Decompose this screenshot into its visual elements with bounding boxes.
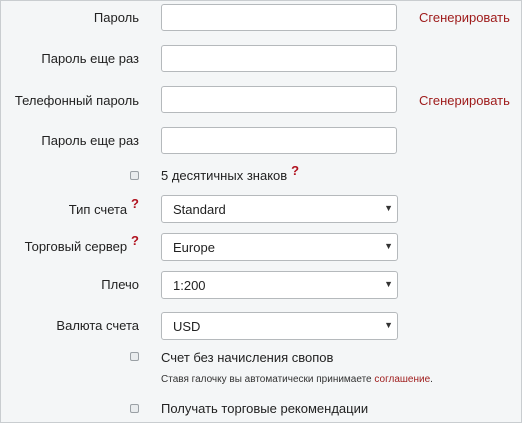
leverage-select[interactable]: 1:200 ▼ [161,271,398,299]
swap-free-note-text: Ставя галочку вы автоматически принимает… [161,374,375,385]
server-value: Europe [173,240,215,255]
agreement-link[interactable]: соглашение [374,374,430,385]
password-label: Пароль [93,10,139,25]
help-icon[interactable]: ? [131,233,139,248]
chevron-down-icon: ▼ [384,320,393,330]
swap-free-note-end: . [430,374,433,385]
account-type-select[interactable]: Standard ▼ [161,195,398,223]
recommendations-checkbox[interactable] [130,404,139,413]
leverage-value: 1:200 [173,278,206,293]
account-type-label: Тип счета [68,202,128,217]
currency-value: USD [173,319,201,334]
five-digits-option: 5 десятичных знаков? [161,163,299,183]
account-type-label-wrap: Тип счета? [68,196,139,217]
chevron-down-icon: ▼ [384,241,393,251]
server-select[interactable]: Europe ▼ [161,233,398,261]
help-icon[interactable]: ? [291,163,299,178]
five-digits-label: 5 десятичных знаков [161,168,288,183]
password-repeat-field[interactable] [161,45,397,72]
account-type-value: Standard [173,202,226,217]
registration-form: Пароль Сгенерировать Пароль еще раз Теле… [0,0,522,423]
recommendations-label: Получать торговые рекомендации [161,401,369,416]
swap-free-note: Ставя галочку вы автоматически принимает… [161,374,433,385]
server-label-wrap: Торговый сервер? [24,233,139,254]
currency-label: Валюта счета [56,318,139,333]
chevron-down-icon: ▼ [384,203,393,213]
phone-password-repeat-label: Пароль еще раз [41,133,139,148]
generate-phone-password-link[interactable]: Сгенерировать [419,93,510,108]
five-digits-checkbox[interactable] [130,171,139,180]
help-icon[interactable]: ? [131,196,139,211]
currency-select[interactable]: USD ▼ [161,312,398,340]
leverage-label: Плечо [101,277,139,292]
swap-free-checkbox[interactable] [130,352,139,361]
server-label: Торговый сервер [24,239,128,254]
password-field[interactable] [161,4,397,31]
swap-free-label: Счет без начисления свопов [161,350,334,365]
chevron-down-icon: ▼ [384,279,393,289]
generate-password-link[interactable]: Сгенерировать [419,10,510,25]
phone-password-field[interactable] [161,86,397,113]
phone-password-repeat-field[interactable] [161,127,397,154]
phone-password-label: Телефонный пароль [14,93,139,108]
password-repeat-label: Пароль еще раз [41,51,139,66]
